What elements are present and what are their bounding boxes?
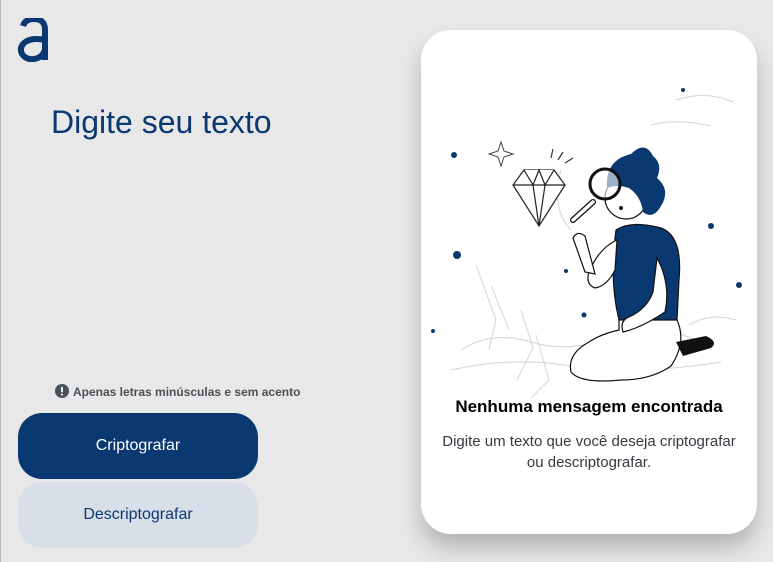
text-input[interactable] [51,100,391,360]
logo-icon [17,18,48,62]
boy-magnifying-glass-illustration [431,88,742,399]
output-title: Nenhuma mensagem encontrada [455,397,723,416]
output-subtitle: Digite um texto que você deseja criptogr… [442,433,736,471]
hint: Apenas letras minúsculas e sem acento [55,382,300,399]
output-panel: Nenhuma mensagem encontrada Digite um te… [421,30,757,534]
hint-text: Apenas letras minúsculas e sem acento [73,385,301,399]
encrypt-button[interactable]: Criptografar [18,413,258,479]
exclamation-circle-icon [55,383,69,398]
decrypt-button[interactable]: Descriptografar [18,482,258,548]
